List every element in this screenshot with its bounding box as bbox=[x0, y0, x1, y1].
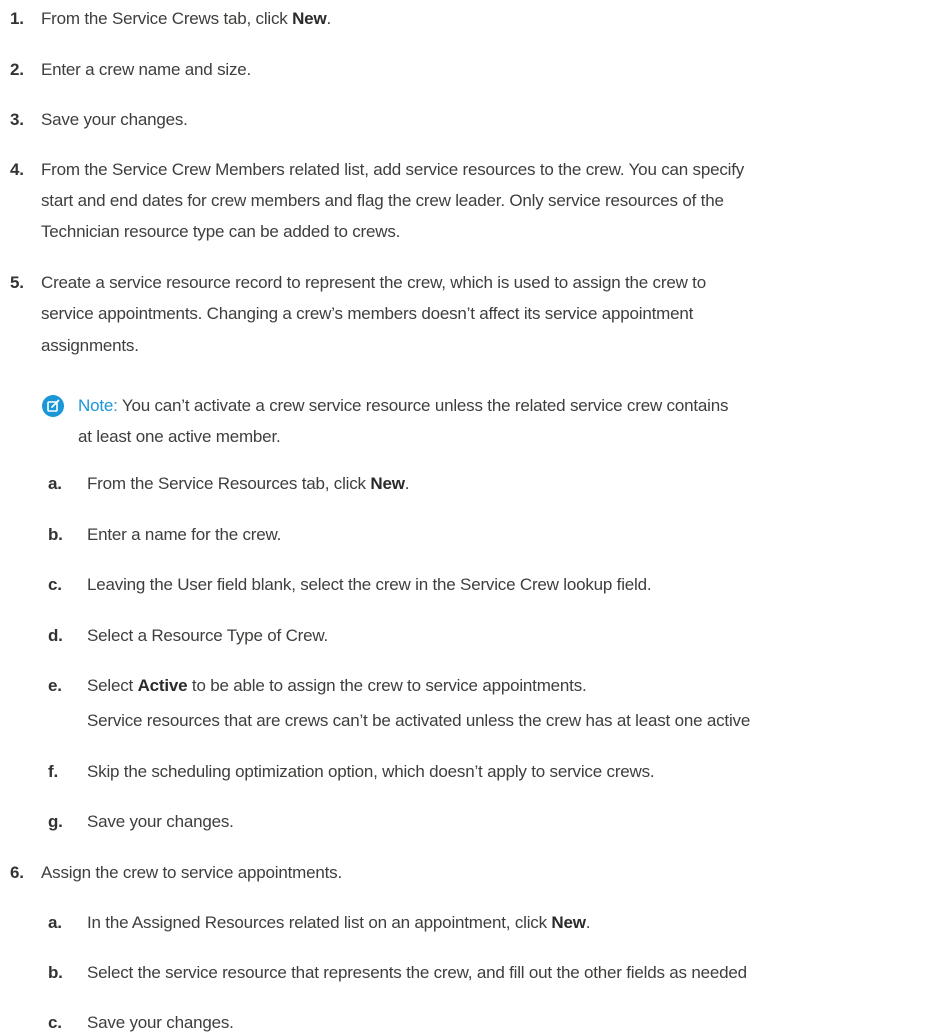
substep-letter: a. bbox=[48, 474, 62, 493]
new-keyword: New bbox=[370, 474, 405, 493]
substep-text: Save your changes. bbox=[87, 1013, 234, 1032]
step-text-line: Create a service resource record to repr… bbox=[41, 273, 706, 292]
active-keyword: Active bbox=[137, 676, 188, 695]
step-text: Enter a crew name and size. bbox=[41, 60, 252, 79]
substep-text: In the Assigned Resources related list o… bbox=[87, 913, 591, 932]
substep-letter: c. bbox=[48, 575, 62, 594]
step-number: 1. bbox=[10, 9, 24, 28]
substep-text: From the Service Resources tab, click Ne… bbox=[87, 474, 410, 493]
step-text-line: Technician resource type can be added to… bbox=[41, 222, 401, 241]
substep-text: Select the service resource that represe… bbox=[87, 963, 747, 982]
new-keyword: New bbox=[292, 9, 327, 28]
new-keyword: New bbox=[551, 913, 586, 932]
substep-text: Enter a name for the crew. bbox=[87, 525, 282, 544]
substep-letter: a. bbox=[48, 913, 62, 932]
step-text: Assign the crew to service appointments. bbox=[41, 863, 342, 882]
substep-letter: f. bbox=[48, 762, 58, 781]
substep-letter: e. bbox=[48, 676, 62, 695]
edit-note-icon bbox=[42, 395, 64, 417]
substep-text: Leaving the User field blank, select the… bbox=[87, 575, 652, 594]
substep-letter: c. bbox=[48, 1013, 62, 1032]
step-text-line: start and end dates for crew members and… bbox=[41, 191, 724, 210]
substep-text: Select Active to be able to assign the c… bbox=[87, 676, 587, 695]
note-text: Note: You can’t activate a crew service … bbox=[78, 396, 729, 415]
step-number: 6. bbox=[10, 863, 24, 882]
step-text-line: From the Service Crew Members related li… bbox=[41, 160, 745, 179]
step-number: 2. bbox=[10, 60, 24, 79]
substep-extra-text: Service resources that are crews can’t b… bbox=[87, 711, 751, 730]
note-label: Note: bbox=[78, 396, 118, 415]
step-number: 3. bbox=[10, 110, 24, 129]
substep-letter: b. bbox=[48, 525, 63, 544]
note-text-line: at least one active member. bbox=[78, 427, 281, 446]
substep-text: Save your changes. bbox=[87, 812, 234, 831]
substep-text: Skip the scheduling optimization option,… bbox=[87, 762, 655, 781]
step-text-line: assignments. bbox=[41, 336, 139, 355]
substep-letter: d. bbox=[48, 626, 63, 645]
step-number: 4. bbox=[10, 160, 24, 179]
substep-letter: b. bbox=[48, 963, 63, 982]
substep-text: Select a Resource Type of Crew. bbox=[87, 626, 329, 645]
instruction-document: 1. From the Service Crews tab, click New… bbox=[0, 0, 950, 1032]
step-text: From the Service Crews tab, click New. bbox=[41, 9, 331, 28]
substep-letter: g. bbox=[48, 812, 63, 831]
step-text: Save your changes. bbox=[41, 110, 188, 129]
step-text-line: service appointments. Changing a crew’s … bbox=[41, 304, 694, 323]
step-number: 5. bbox=[10, 273, 24, 292]
